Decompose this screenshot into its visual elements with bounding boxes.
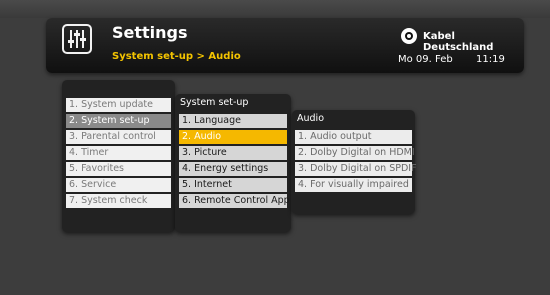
setup-item-internet[interactable]: 5. Internet <box>179 178 287 192</box>
menu-item-system-update[interactable]: 1. System update <box>66 98 171 112</box>
audio-item-audio-output[interactable]: 1. Audio output <box>295 130 412 144</box>
setup-item-energy-settings[interactable]: 4. Energy settings <box>179 162 287 176</box>
menu-item-favorites[interactable]: 5. Favorites <box>66 162 171 176</box>
menu-item-system-setup[interactable]: 2. System set-up <box>66 114 171 128</box>
system-setup-title: System set-up <box>180 97 249 108</box>
menu-item-parental-control[interactable]: 3. Parental control <box>66 130 171 144</box>
audio-item-dolby-spdif[interactable]: 3. Dolby Digital on SPDIF <box>295 162 417 176</box>
audio-panel: Audio 1. Audio output 2. Dolby Digital o… <box>292 110 417 214</box>
main-menu-panel: 1. System update 2. System set-up 3. Par… <box>62 80 175 232</box>
setup-item-audio[interactable]: 2. Audio <box>179 130 287 144</box>
menu-item-service[interactable]: 6. Service <box>66 178 171 192</box>
setup-item-language[interactable]: 1. Language <box>179 114 287 128</box>
menu-item-system-check[interactable]: 7. System check <box>66 194 171 208</box>
audio-panel-title: Audio <box>297 113 325 124</box>
audio-item-dolby-hdmi[interactable]: 2. Dolby Digital on HDMI <box>295 146 415 160</box>
system-setup-panel: System set-up 1. Language 2. Audio 3. Pi… <box>175 94 291 232</box>
menu-item-timer[interactable]: 4. Timer <box>66 146 171 160</box>
breadcrumb: System set-up > Audio <box>112 51 241 62</box>
clock-display: 11:19 <box>476 54 505 65</box>
audio-item-visually-impaired[interactable]: 4. For visually impaired <box>295 178 412 192</box>
brand-name: Kabel Deutschland <box>423 31 494 53</box>
header-bar: Settings System set-up > Audio Kabel Deu… <box>46 18 524 73</box>
top-bar <box>0 0 550 18</box>
kabel-deutschland-logo-icon <box>401 28 417 44</box>
page-title: Settings <box>112 23 188 42</box>
settings-sliders-icon <box>62 24 92 54</box>
date-display: Mo 09. Feb <box>398 54 453 65</box>
setup-item-picture[interactable]: 3. Picture <box>179 146 287 160</box>
setup-item-remote-control-app[interactable]: 6. Remote Control App <box>179 194 290 208</box>
